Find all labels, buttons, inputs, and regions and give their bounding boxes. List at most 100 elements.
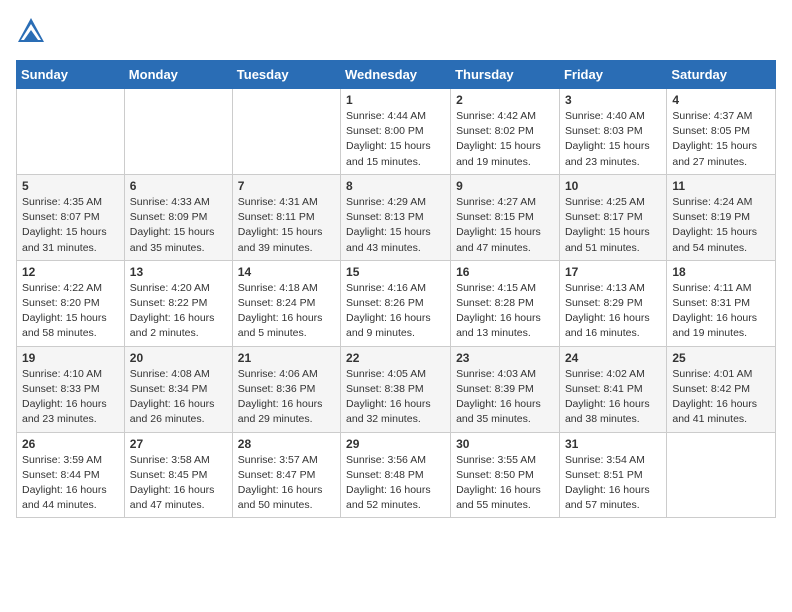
day-number: 11	[672, 179, 770, 193]
day-info: Sunrise: 4:31 AM Sunset: 8:11 PM Dayligh…	[238, 195, 335, 256]
day-number: 21	[238, 351, 335, 365]
calendar-cell: 14 Sunrise: 4:18 AM Sunset: 8:24 PM Dayli…	[232, 260, 340, 346]
day-info: Sunrise: 4:24 AM Sunset: 8:19 PM Dayligh…	[672, 195, 770, 256]
day-info: Sunrise: 4:11 AM Sunset: 8:31 PM Dayligh…	[672, 281, 770, 342]
calendar-cell: 11 Sunrise: 4:24 AM Sunset: 8:19 PM Dayli…	[667, 174, 776, 260]
day-info: Sunrise: 4:01 AM Sunset: 8:42 PM Dayligh…	[672, 367, 770, 428]
calendar-cell: 3 Sunrise: 4:40 AM Sunset: 8:03 PM Daylig…	[559, 89, 666, 175]
day-info: Sunrise: 4:40 AM Sunset: 8:03 PM Dayligh…	[565, 109, 661, 170]
day-number: 10	[565, 179, 661, 193]
day-info: Sunrise: 4:29 AM Sunset: 8:13 PM Dayligh…	[346, 195, 445, 256]
page-header	[16, 16, 776, 46]
calendar-week-3: 12Sunrise: 4:22 AM Sunset: 8:20 PM Dayli…	[17, 260, 776, 346]
day-number: 7	[238, 179, 335, 193]
day-number: 24	[565, 351, 661, 365]
day-number: 22	[346, 351, 445, 365]
calendar-cell: 19Sunrise: 4:10 AM Sunset: 8:33 PM Dayli…	[17, 346, 125, 432]
calendar-cell: 30 Sunrise: 3:55 AM Sunset: 8:50 PM Dayli…	[451, 432, 560, 518]
day-number: 14	[238, 265, 335, 279]
day-of-week-friday: Friday	[559, 61, 666, 89]
day-info: Sunrise: 4:06 AM Sunset: 8:36 PM Dayligh…	[238, 367, 335, 428]
calendar-table: SundayMondayTuesdayWednesdayThursdayFrid…	[16, 60, 776, 518]
day-info: Sunrise: 3:58 AM Sunset: 8:45 PM Dayligh…	[130, 453, 227, 514]
day-number: 29	[346, 437, 445, 451]
logo	[16, 16, 50, 46]
day-number: 15	[346, 265, 445, 279]
day-of-week-saturday: Saturday	[667, 61, 776, 89]
day-number: 9	[456, 179, 554, 193]
day-info: Sunrise: 3:55 AM Sunset: 8:50 PM Dayligh…	[456, 453, 554, 514]
day-number: 26	[22, 437, 119, 451]
day-info: Sunrise: 4:18 AM Sunset: 8:24 PM Dayligh…	[238, 281, 335, 342]
calendar-cell: 15 Sunrise: 4:16 AM Sunset: 8:26 PM Dayli…	[341, 260, 451, 346]
calendar-cell: 17 Sunrise: 4:13 AM Sunset: 8:29 PM Dayli…	[559, 260, 666, 346]
calendar-week-2: 5Sunrise: 4:35 AM Sunset: 8:07 PM Daylig…	[17, 174, 776, 260]
calendar-cell: 26 Sunrise: 3:59 AM Sunset: 8:44 PM Dayli…	[17, 432, 125, 518]
calendar-cell: 24 Sunrise: 4:02 AM Sunset: 8:41 PM Dayli…	[559, 346, 666, 432]
day-number: 23	[456, 351, 554, 365]
calendar-cell	[667, 432, 776, 518]
calendar-cell: 22 Sunrise: 4:05 AM Sunset: 8:38 PM Dayli…	[341, 346, 451, 432]
day-number: 16	[456, 265, 554, 279]
day-number: 1	[346, 93, 445, 107]
day-number: 30	[456, 437, 554, 451]
calendar-week-5: 26 Sunrise: 3:59 AM Sunset: 8:44 PM Dayli…	[17, 432, 776, 518]
calendar-cell: 31 Sunrise: 3:54 AM Sunset: 8:51 PM Dayli…	[559, 432, 666, 518]
calendar-cell: 25 Sunrise: 4:01 AM Sunset: 8:42 PM Dayli…	[667, 346, 776, 432]
calendar-cell: 4Sunrise: 4:37 AM Sunset: 8:05 PM Daylig…	[667, 89, 776, 175]
calendar-cell	[124, 89, 232, 175]
day-info: Sunrise: 4:15 AM Sunset: 8:28 PM Dayligh…	[456, 281, 554, 342]
calendar-cell: 21 Sunrise: 4:06 AM Sunset: 8:36 PM Dayli…	[232, 346, 340, 432]
day-of-week-tuesday: Tuesday	[232, 61, 340, 89]
day-info: Sunrise: 4:05 AM Sunset: 8:38 PM Dayligh…	[346, 367, 445, 428]
day-info: Sunrise: 4:44 AM Sunset: 8:00 PM Dayligh…	[346, 109, 445, 170]
logo-icon	[16, 16, 46, 46]
calendar-cell: 8 Sunrise: 4:29 AM Sunset: 8:13 PM Daylig…	[341, 174, 451, 260]
day-of-week-wednesday: Wednesday	[341, 61, 451, 89]
day-number: 12	[22, 265, 119, 279]
day-of-week-monday: Monday	[124, 61, 232, 89]
day-number: 18	[672, 265, 770, 279]
day-info: Sunrise: 4:03 AM Sunset: 8:39 PM Dayligh…	[456, 367, 554, 428]
calendar-cell: 28Sunrise: 3:57 AM Sunset: 8:47 PM Dayli…	[232, 432, 340, 518]
day-info: Sunrise: 4:27 AM Sunset: 8:15 PM Dayligh…	[456, 195, 554, 256]
calendar-week-1: 1 Sunrise: 4:44 AM Sunset: 8:00 PM Daylig…	[17, 89, 776, 175]
calendar-cell: 20Sunrise: 4:08 AM Sunset: 8:34 PM Dayli…	[124, 346, 232, 432]
day-info: Sunrise: 4:02 AM Sunset: 8:41 PM Dayligh…	[565, 367, 661, 428]
day-of-week-sunday: Sunday	[17, 61, 125, 89]
day-info: Sunrise: 4:37 AM Sunset: 8:05 PM Dayligh…	[672, 109, 770, 170]
day-info: Sunrise: 4:08 AM Sunset: 8:34 PM Dayligh…	[130, 367, 227, 428]
calendar-week-4: 19Sunrise: 4:10 AM Sunset: 8:33 PM Dayli…	[17, 346, 776, 432]
calendar-cell: 2Sunrise: 4:42 AM Sunset: 8:02 PM Daylig…	[451, 89, 560, 175]
day-number: 28	[238, 437, 335, 451]
day-info: Sunrise: 3:54 AM Sunset: 8:51 PM Dayligh…	[565, 453, 661, 514]
calendar-cell: 18 Sunrise: 4:11 AM Sunset: 8:31 PM Dayli…	[667, 260, 776, 346]
calendar-cell: 9 Sunrise: 4:27 AM Sunset: 8:15 PM Daylig…	[451, 174, 560, 260]
calendar-cell: 5Sunrise: 4:35 AM Sunset: 8:07 PM Daylig…	[17, 174, 125, 260]
calendar-cell: 12Sunrise: 4:22 AM Sunset: 8:20 PM Dayli…	[17, 260, 125, 346]
day-number: 25	[672, 351, 770, 365]
day-info: Sunrise: 4:35 AM Sunset: 8:07 PM Dayligh…	[22, 195, 119, 256]
day-number: 3	[565, 93, 661, 107]
day-number: 6	[130, 179, 227, 193]
day-number: 31	[565, 437, 661, 451]
calendar-cell: 16 Sunrise: 4:15 AM Sunset: 8:28 PM Dayli…	[451, 260, 560, 346]
calendar-cell	[17, 89, 125, 175]
day-info: Sunrise: 4:42 AM Sunset: 8:02 PM Dayligh…	[456, 109, 554, 170]
day-of-week-thursday: Thursday	[451, 61, 560, 89]
day-info: Sunrise: 4:16 AM Sunset: 8:26 PM Dayligh…	[346, 281, 445, 342]
day-info: Sunrise: 4:33 AM Sunset: 8:09 PM Dayligh…	[130, 195, 227, 256]
day-number: 8	[346, 179, 445, 193]
day-info: Sunrise: 3:59 AM Sunset: 8:44 PM Dayligh…	[22, 453, 119, 514]
day-info: Sunrise: 4:10 AM Sunset: 8:33 PM Dayligh…	[22, 367, 119, 428]
calendar-cell: 7 Sunrise: 4:31 AM Sunset: 8:11 PM Daylig…	[232, 174, 340, 260]
calendar-cell: 1 Sunrise: 4:44 AM Sunset: 8:00 PM Daylig…	[341, 89, 451, 175]
day-info: Sunrise: 4:20 AM Sunset: 8:22 PM Dayligh…	[130, 281, 227, 342]
calendar-cell: 6 Sunrise: 4:33 AM Sunset: 8:09 PM Daylig…	[124, 174, 232, 260]
calendar-cell	[232, 89, 340, 175]
day-info: Sunrise: 4:25 AM Sunset: 8:17 PM Dayligh…	[565, 195, 661, 256]
calendar-cell: 23 Sunrise: 4:03 AM Sunset: 8:39 PM Dayli…	[451, 346, 560, 432]
day-info: Sunrise: 4:13 AM Sunset: 8:29 PM Dayligh…	[565, 281, 661, 342]
day-number: 17	[565, 265, 661, 279]
calendar-cell: 29Sunrise: 3:56 AM Sunset: 8:48 PM Dayli…	[341, 432, 451, 518]
